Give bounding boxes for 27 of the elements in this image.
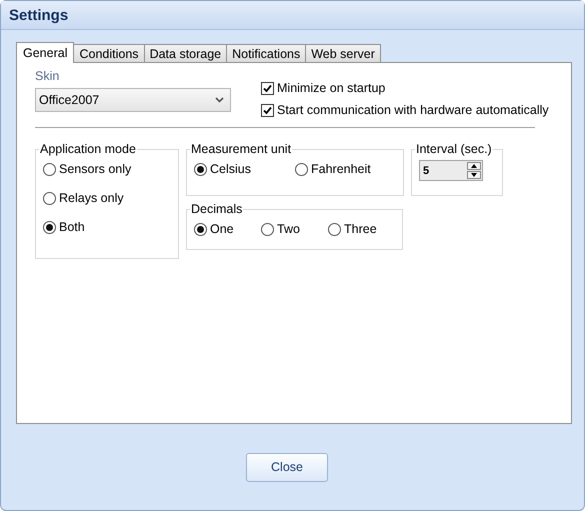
chevron-icon [215, 97, 224, 103]
radio-option[interactable]: Fahrenheit [295, 162, 396, 176]
checkbox-option[interactable]: Start communication with hardware automatically [261, 103, 549, 117]
tab[interactable]: Conditions [73, 44, 145, 63]
skin-label: Skin [35, 69, 60, 83]
radio-option[interactable]: Celsius [194, 162, 295, 176]
close-button[interactable]: Close [246, 452, 328, 482]
checkmark-icon [263, 106, 272, 114]
radio-option[interactable]: Both [43, 220, 171, 234]
skin-dropdown[interactable]: Office2007 [35, 88, 231, 112]
radio-option[interactable]: Three [328, 222, 395, 236]
checkbox-option[interactable]: Minimize on startup [261, 81, 549, 95]
group-title: Measurement unit [190, 142, 292, 156]
checkmark-icon [263, 84, 272, 92]
tab[interactable]: Data storage [144, 44, 228, 63]
window-title: Settings [9, 6, 68, 24]
tab[interactable]: Web server [305, 44, 381, 63]
group-title: Decimals [190, 202, 244, 216]
tab[interactable]: General [16, 42, 74, 63]
group-title: Application mode [39, 142, 137, 156]
interval-spinner[interactable]: 5 [419, 160, 483, 181]
radio-option[interactable]: Sensors only [43, 162, 171, 176]
radio-option[interactable]: One [194, 222, 261, 236]
radio-option[interactable]: Two [261, 222, 328, 236]
group-title: Interval (sec.) [415, 142, 493, 156]
radio-option[interactable]: Relays only [43, 191, 171, 205]
tab[interactable]: Notifications [226, 44, 306, 63]
